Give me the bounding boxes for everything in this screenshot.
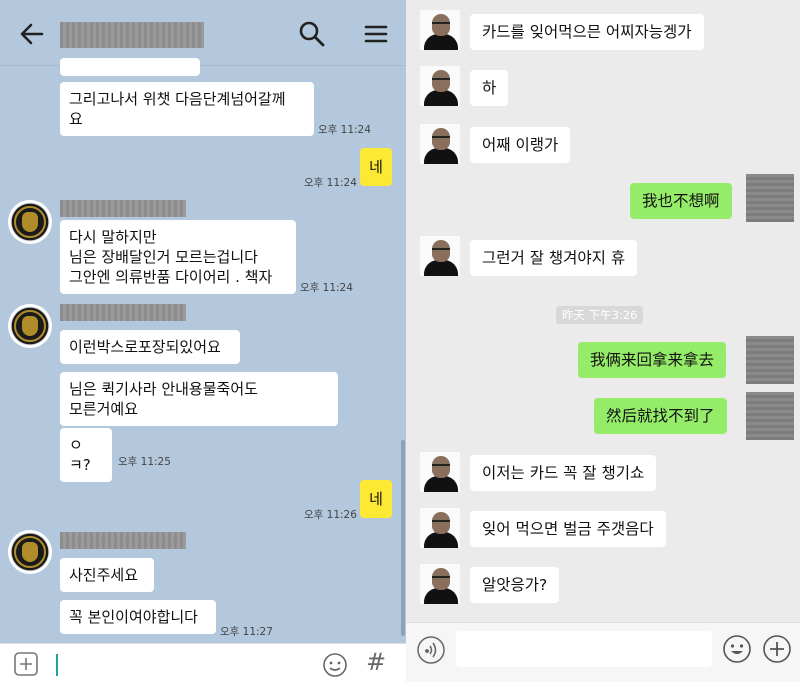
date-divider: 昨天 下午3:26 [556,306,644,324]
message-input-bar [406,622,800,682]
my-message-bubble: 네 [360,480,392,518]
bull-icon [22,212,38,232]
avatar[interactable] [420,10,460,50]
message-time: 오후 11:24 [300,282,353,294]
wechat-chat-panel: 카드를 잊어먹으믄 어찌자능겡가 하 어째 이랭가 我也不想啊 그런거 잘 챙겨… [406,0,800,682]
avatar[interactable] [420,564,460,604]
message-bubble: 잊어 먹으면 벌금 주갯음다 [470,511,666,547]
sender-name-redacted [60,200,186,217]
my-message-bubble: 我也不想啊 [630,183,732,219]
avatar[interactable] [420,124,460,164]
message-bubble: 하 [470,70,509,106]
bull-icon [22,542,38,562]
message-time: 오후 11:25 [118,456,171,468]
message-bubble: 그리고나서 위챗 다음단계넘어갈께 요 [60,82,314,136]
message-time: 오후 11:27 [220,626,273,638]
message-bubble: 사진주세요 [60,558,154,592]
message-time: 오후 11:24 [304,177,357,189]
message-bubble: ㅇㅋ? [60,428,112,482]
my-message-bubble: 네 [360,148,392,186]
chat-title-redacted [60,22,204,48]
back-arrow-icon[interactable] [14,16,50,52]
text-input-caret[interactable] [56,654,58,676]
my-message-bubble: 然后就找不到了 [594,398,727,434]
message-bubble: 이저는 카드 꼭 잘 챙기쇼 [470,455,657,491]
message-bubble: 카드를 잊어먹으믄 어찌자능겡가 [470,14,704,50]
message-input-bar: # [0,643,406,682]
chat-header [0,0,406,66]
avatar[interactable] [420,452,460,492]
my-avatar-redacted[interactable] [746,392,794,440]
sender-name-redacted [60,532,186,549]
message-bubble: 이런박스로포장되있어요 [60,330,240,364]
sender-name-redacted [60,304,186,321]
kakao-chat-panel: 그리고나서 위챗 다음단계넘어갈께 요 오후 11:24 오후 11:24 네 … [0,0,406,682]
plus-icon[interactable] [762,634,792,664]
message-bubble: 어째 이랭가 [470,127,571,163]
avatar[interactable] [420,236,460,276]
message-text-field[interactable] [456,631,712,667]
message-bubble: 알앗응가? [470,567,560,603]
avatar[interactable] [8,530,52,574]
my-avatar-redacted[interactable] [746,336,794,384]
my-avatar-redacted[interactable] [746,174,794,222]
message-bubble: 그런거 잘 챙겨야지 휴 [470,240,638,276]
hash-icon[interactable]: # [366,648,386,676]
message-bubble: 꼭 본인이여야합니다 [60,600,216,634]
bull-icon [22,316,38,336]
avatar[interactable] [420,508,460,548]
avatar[interactable] [8,200,52,244]
message-time: 오후 11:24 [318,124,371,136]
message-bubble: 다시 말하지만 님은 장배달인거 모르는겁니다 그안엔 의류반품 다이어리 . … [60,220,296,294]
emoji-icon[interactable] [322,652,348,678]
plus-icon[interactable] [14,652,38,676]
avatar[interactable] [8,304,52,348]
message-time: 오후 11:26 [304,509,357,521]
emoji-icon[interactable] [722,634,752,664]
scrollbar[interactable] [401,440,405,636]
message-bubble-partial [60,58,200,76]
avatar[interactable] [420,66,460,106]
message-bubble: 님은 퀵기사라 안내용물죽어도 모른거예요 [60,372,338,426]
search-icon[interactable] [296,18,328,50]
my-message-bubble: 我俩来回拿来拿去 [578,342,727,378]
menu-icon[interactable] [360,18,392,50]
voice-icon[interactable] [416,635,446,665]
